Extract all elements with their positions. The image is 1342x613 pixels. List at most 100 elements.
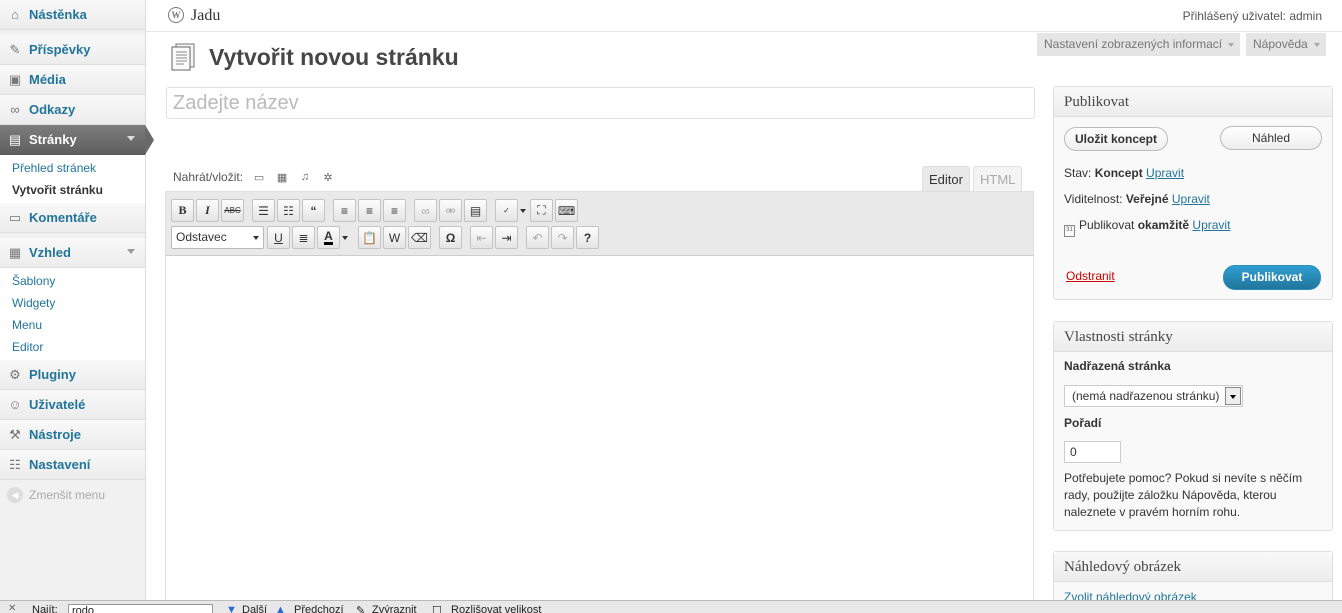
add-media-icon[interactable]: ✲ <box>321 170 335 184</box>
paste-word-icon[interactable]: W <box>383 226 406 249</box>
undo-icon[interactable]: ↶ <box>526 226 549 249</box>
collapse-menu[interactable]: ◀ Zmenšit menu <box>0 480 145 510</box>
screen-options-tab[interactable]: Nastavení zobrazených informací <box>1037 33 1241 56</box>
menu-posts-label: Příspěvky <box>29 42 91 57</box>
parent-label: Nadřazená stránka <box>1064 359 1171 373</box>
menu-tools[interactable]: ⚒ Nástroje <box>0 420 145 450</box>
upload-label: Nahrát/vložit: <box>173 170 244 184</box>
editor-content-area[interactable] <box>166 256 1033 613</box>
spellcheck-icon[interactable]: ✓ <box>495 199 518 222</box>
outdent-icon[interactable]: ⇤ <box>470 226 493 249</box>
highlighter-icon: ✎ <box>356 605 366 613</box>
close-icon[interactable]: ✕ <box>8 603 16 613</box>
chevron-down-icon[interactable] <box>127 136 135 141</box>
attributes-help-text: Potřebujete pomoc? Pokud si nevíte s něč… <box>1064 471 1303 519</box>
submenu-themes[interactable]: Šablony <box>0 270 145 292</box>
edit-schedule-link[interactable]: Upravit <box>1192 218 1230 232</box>
title-input[interactable] <box>166 87 1035 119</box>
unlink-icon[interactable]: ⚮ <box>439 199 462 222</box>
trash-link[interactable]: Odstranit <box>1066 269 1115 283</box>
format-select[interactable]: Odstavec <box>171 226 264 249</box>
chevron-down-icon[interactable] <box>127 249 135 254</box>
remove-format-icon[interactable]: ⌫ <box>408 226 431 249</box>
more-tag-icon[interactable]: ▤ <box>464 199 487 222</box>
wordpress-logo-icon[interactable]: W <box>168 7 184 23</box>
publish-button[interactable]: Publikovat <box>1223 265 1321 290</box>
site-name[interactable]: Jadu <box>191 7 220 25</box>
help-icon[interactable]: ? <box>576 226 599 249</box>
help-tab[interactable]: Nápověda <box>1246 33 1326 56</box>
menu-comments[interactable]: ▭ Komentáře <box>0 203 145 233</box>
edit-status-link[interactable]: Upravit <box>1146 166 1184 180</box>
find-next-button[interactable]: Další <box>242 604 267 613</box>
menu-dashboard-label: Nástěnka <box>29 7 87 22</box>
text-color-icon[interactable]: A <box>317 226 340 249</box>
highlight-all-button[interactable]: Zvýraznit <box>372 604 417 613</box>
order-input[interactable]: 0 <box>1064 441 1121 463</box>
menu-settings[interactable]: ☷ Nastavení <box>0 450 145 480</box>
add-video-icon[interactable]: ▦ <box>275 170 289 184</box>
tab-html[interactable]: HTML <box>973 166 1023 191</box>
menu-tools-label: Nástroje <box>29 427 82 442</box>
visibility-label: Viditelnost: <box>1064 192 1123 206</box>
align-right-icon[interactable]: ≡ <box>383 199 406 222</box>
special-character-icon[interactable]: Ω <box>439 226 462 249</box>
indent-icon[interactable]: ⇥ <box>495 226 518 249</box>
pages-submenu: Přehled stránek Vytvořit stránku <box>0 155 145 203</box>
page-icon <box>171 43 195 71</box>
admin-header: W Jadu Přihlášený uživatel: admin <box>146 0 1342 31</box>
save-draft-button[interactable]: Uložit koncept <box>1064 127 1168 151</box>
justify-icon[interactable]: ≣ <box>292 226 315 249</box>
submenu-menus[interactable]: Menu <box>0 314 145 336</box>
schedule-value: okamžitě <box>1137 218 1190 232</box>
underline-button[interactable]: U <box>267 226 290 249</box>
align-center-icon[interactable]: ≡ <box>358 199 381 222</box>
numbered-list-icon[interactable]: ☷ <box>277 199 300 222</box>
chevron-down-icon[interactable] <box>1225 387 1241 405</box>
find-previous-button[interactable]: Předchozí <box>294 604 344 613</box>
preview-button[interactable]: Náhled <box>1220 126 1322 150</box>
text-color-dropdown-icon[interactable] <box>342 226 350 249</box>
insert-link-icon[interactable]: ∞ <box>414 199 437 222</box>
menu-appearance[interactable]: ▦ Vzhled <box>0 238 145 268</box>
bullet-list-icon[interactable]: ☰ <box>252 199 275 222</box>
spellcheck-dropdown-icon[interactable] <box>520 199 528 222</box>
submenu-all-pages[interactable]: Přehled stránek <box>0 157 145 179</box>
italic-button[interactable]: I <box>196 199 219 222</box>
redo-icon[interactable]: ↷ <box>551 226 574 249</box>
menu-dashboard[interactable]: ⌂ Nástěnka <box>0 0 145 30</box>
menu-plugins[interactable]: ⚙ Pluginy <box>0 360 145 390</box>
paste-text-icon[interactable]: 📋 <box>358 226 381 249</box>
kitchen-sink-icon[interactable]: ⌨ <box>555 199 578 222</box>
menu-links[interactable]: ∞ Odkazy <box>0 95 145 125</box>
parent-page-select[interactable]: (nemá nadřazenou stránku) <box>1064 385 1243 407</box>
menu-posts[interactable]: ✎ Příspěvky <box>0 35 145 65</box>
edit-visibility-link[interactable]: Upravit <box>1172 192 1210 206</box>
user-name-link[interactable]: admin <box>1289 9 1322 23</box>
tools-icon: ⚒ <box>9 426 21 442</box>
align-left-icon[interactable]: ≡ <box>333 199 356 222</box>
home-icon: ⌂ <box>11 7 19 22</box>
tab-visual-editor[interactable]: Editor <box>922 166 970 191</box>
submenu-add-page[interactable]: Vytvořit stránku <box>0 179 145 201</box>
status-label: Stav: <box>1064 166 1092 180</box>
appearance-icon: ▦ <box>8 244 22 260</box>
bold-button[interactable]: B <box>171 199 194 222</box>
fullscreen-icon[interactable]: ⛶ <box>530 199 553 222</box>
menu-pages[interactable]: ▤ Stránky <box>0 125 154 155</box>
menu-media[interactable]: ▣ Média <box>0 65 145 95</box>
users-icon: ☺ <box>8 397 22 412</box>
strikethrough-button[interactable]: ABC <box>221 199 244 222</box>
menu-users-label: Uživatelé <box>29 397 86 412</box>
submenu-editor[interactable]: Editor <box>0 336 145 358</box>
menu-users[interactable]: ☺ Uživatelé <box>0 390 145 420</box>
blockquote-icon[interactable]: “ <box>302 199 325 222</box>
arrow-down-icon: ▼ <box>226 604 237 613</box>
add-image-icon[interactable]: ▭ <box>252 170 266 184</box>
menu-links-label: Odkazy <box>29 102 76 117</box>
match-case-checkbox[interactable]: ☐ <box>432 604 442 613</box>
settings-icon: ☷ <box>9 456 21 472</box>
find-input[interactable]: rodo <box>68 604 213 613</box>
submenu-widgets[interactable]: Widgety <box>0 292 145 314</box>
add-audio-icon[interactable]: ♫ <box>298 170 312 184</box>
